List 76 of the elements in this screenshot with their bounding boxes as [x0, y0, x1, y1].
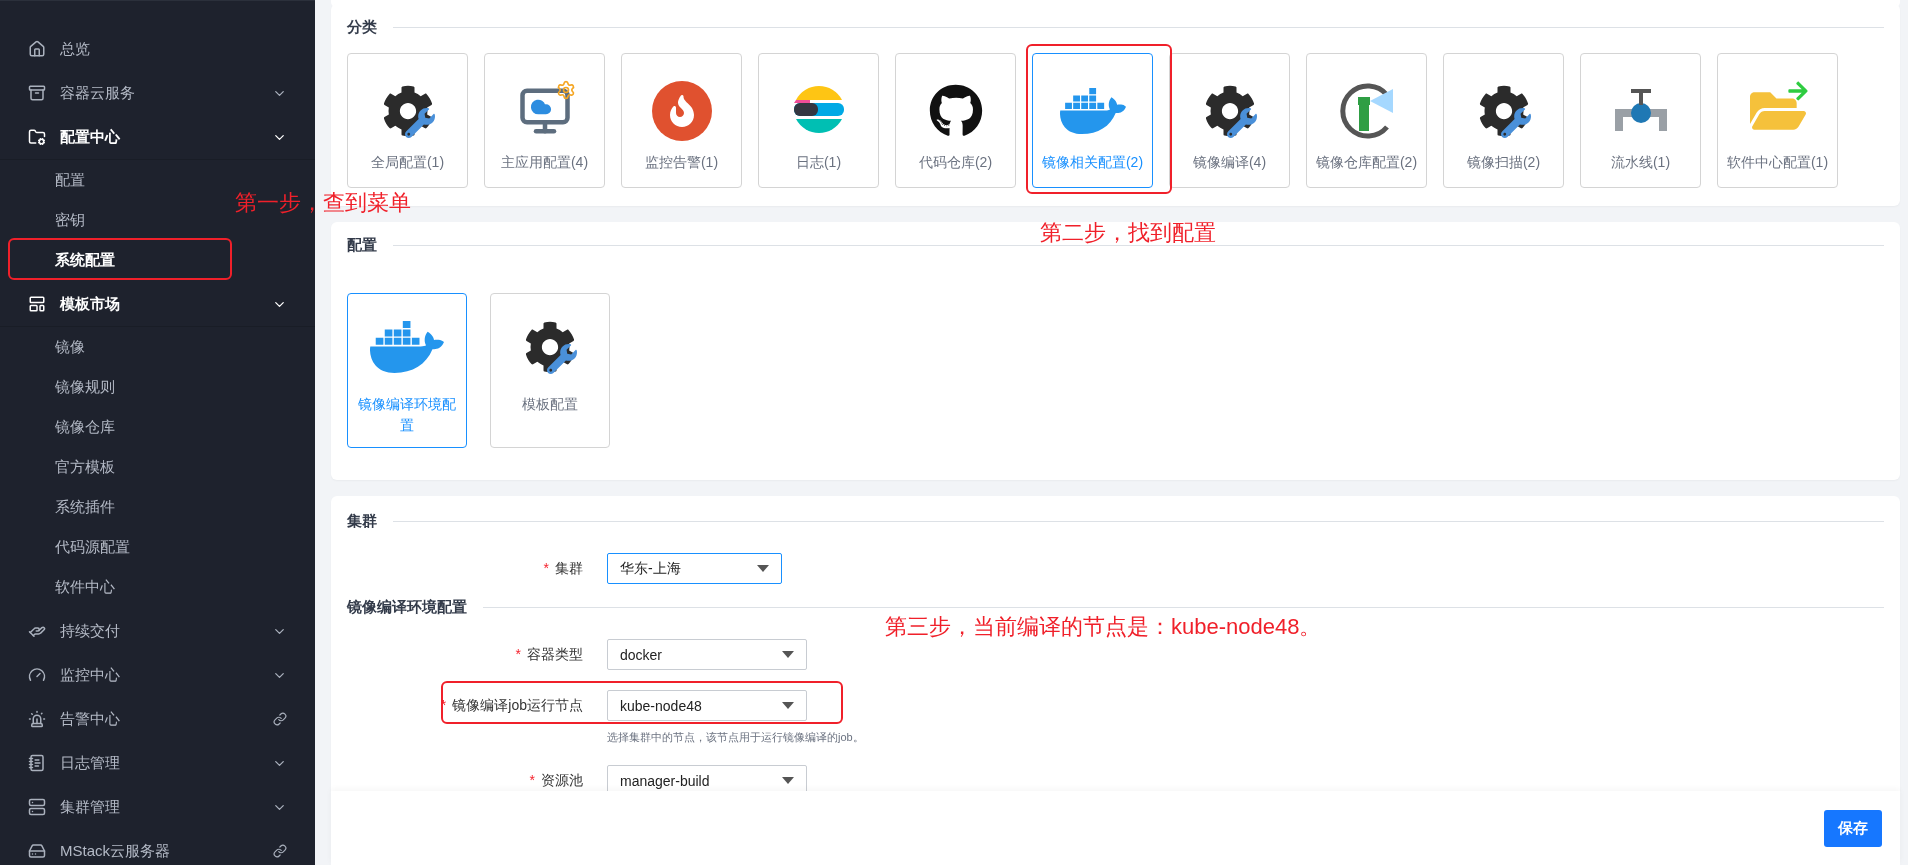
- category-card[interactable]: 监控告警(1): [621, 53, 742, 188]
- category-card[interactable]: 主应用配置(4): [484, 53, 605, 188]
- field-label: 资源池: [541, 771, 583, 790]
- sidebar-item[interactable]: 总览: [0, 27, 315, 71]
- category-card[interactable]: 镜像扫描(2): [1443, 53, 1564, 188]
- sidebar-item[interactable]: 容器云服务: [0, 71, 315, 115]
- menu-label: 告警中心: [60, 709, 121, 729]
- menu-icon: [28, 754, 46, 772]
- menu-icon: [28, 295, 46, 313]
- sidebar-subitem[interactable]: 系统插件: [0, 487, 131, 527]
- category-card[interactable]: 镜像仓库配置(2): [1306, 53, 1427, 188]
- menu-label: 配置中心: [60, 127, 121, 147]
- menu-icon: [28, 128, 46, 146]
- field-hint: 选择集群中的节点，该节点用于运行镜像编译的job。: [607, 730, 864, 745]
- save-button[interactable]: 保存: [1824, 809, 1882, 847]
- menu-label: 容器云服务: [60, 83, 136, 103]
- menu-icon: [28, 666, 46, 684]
- select-field[interactable]: manager-build: [607, 765, 807, 791]
- sidebar-subitem[interactable]: 软件中心: [0, 567, 131, 607]
- annotation-text: 第三步，当前编译的节点是：kube-node48。: [885, 613, 1322, 641]
- sidebar-item[interactable]: 监控中心: [0, 653, 315, 697]
- link-icon: [273, 712, 287, 726]
- section-title: 分类: [347, 18, 377, 37]
- link-icon: [273, 844, 287, 858]
- sidebar-item[interactable]: 持续交付: [0, 609, 315, 653]
- required-mark: *: [515, 645, 521, 664]
- section-title: 集群: [347, 512, 377, 531]
- sidebar-item[interactable]: 告警中心: [0, 697, 315, 741]
- category-card[interactable]: 日志(1): [758, 53, 879, 188]
- menu-icon: [28, 84, 46, 102]
- sidebar-subitem[interactable]: 镜像规则: [0, 367, 131, 407]
- menu-label: 日志管理: [60, 753, 121, 773]
- menu-label: 集群管理: [60, 797, 121, 817]
- field-label: 集群: [555, 559, 583, 578]
- caret-icon: [782, 702, 794, 709]
- menu-label: 监控中心: [60, 665, 121, 685]
- section-title: 配置: [347, 236, 377, 255]
- sidebar-subitem[interactable]: 系统配置: [0, 240, 131, 280]
- menu-icon: [28, 40, 46, 58]
- category-card[interactable]: 软件中心配置(1): [1717, 53, 1838, 188]
- category-card[interactable]: 流水线(1): [1580, 53, 1701, 188]
- select-field[interactable]: kube-node48: [607, 690, 807, 721]
- menu-label: MStack云服务器: [60, 841, 171, 861]
- required-mark: *: [543, 559, 549, 578]
- sidebar-subitem[interactable]: 官方模板: [0, 447, 131, 487]
- select-field[interactable]: docker: [607, 639, 807, 670]
- category-card[interactable]: 代码仓库(2): [895, 53, 1016, 188]
- field-label: 镜像编译job运行节点: [452, 696, 583, 715]
- menu-label: 模板市场: [60, 294, 121, 314]
- annotation-text: 第一步，查到菜单: [235, 189, 411, 217]
- config-card[interactable]: 模板配置: [490, 293, 610, 448]
- category-card[interactable]: 镜像编译(4): [1169, 53, 1290, 188]
- menu-label: 总览: [60, 39, 91, 59]
- annotation-text: 第二步，找到配置: [1040, 219, 1216, 247]
- menu-icon: [28, 710, 46, 728]
- sidebar-subitem[interactable]: 配置: [0, 160, 101, 200]
- field-label: 容器类型: [527, 645, 583, 664]
- select-field[interactable]: 华东-上海: [607, 553, 782, 584]
- section-title: 镜像编译环境配置: [347, 598, 467, 617]
- sidebar-subitem[interactable]: 代码源配置: [0, 527, 146, 567]
- sidebar-item[interactable]: MStack云服务器: [0, 829, 315, 865]
- sidebar-subitem[interactable]: 密钥: [0, 200, 101, 240]
- category-card[interactable]: 全局配置(1): [347, 53, 468, 188]
- sidebar-item[interactable]: 模板市场: [0, 282, 315, 326]
- menu-icon: [28, 798, 46, 816]
- sidebar-item[interactable]: 集群管理: [0, 785, 315, 829]
- menu-icon: [28, 842, 46, 860]
- required-mark: *: [529, 771, 535, 790]
- sidebar-subitem[interactable]: 镜像: [0, 327, 101, 367]
- caret-icon: [782, 777, 794, 784]
- menu-label: 持续交付: [60, 621, 121, 641]
- sidebar-subitem[interactable]: 镜像仓库: [0, 407, 131, 447]
- sidebar-item[interactable]: 日志管理: [0, 741, 315, 785]
- caret-icon: [757, 565, 769, 572]
- sidebar-item[interactable]: 配置中心: [0, 115, 315, 159]
- caret-icon: [782, 651, 794, 658]
